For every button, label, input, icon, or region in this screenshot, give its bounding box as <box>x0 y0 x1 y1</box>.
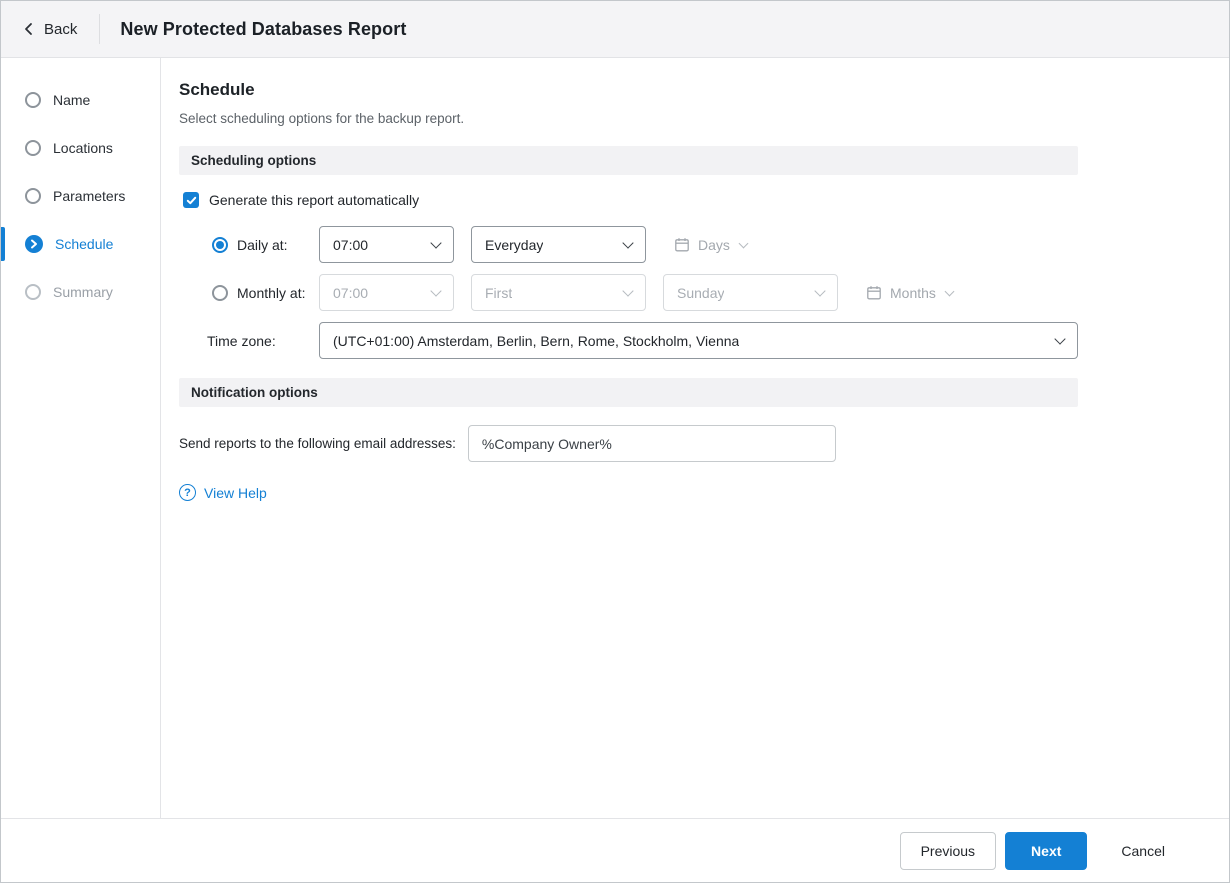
footer-bar: Previous Next Cancel <box>1 818 1229 882</box>
calendar-icon <box>867 285 881 299</box>
wizard-steps-sidebar: Name Locations Parameters Schedule Summa… <box>1 58 161 818</box>
chevron-down-icon <box>622 236 634 249</box>
monthly-months-selector[interactable]: Months <box>866 284 955 301</box>
notification-options-header: Notification options <box>179 378 1078 407</box>
previous-button[interactable]: Previous <box>899 831 997 870</box>
daily-period-label: Days <box>698 236 730 253</box>
next-button[interactable]: Next <box>1005 831 1088 870</box>
monthly-radio[interactable] <box>212 284 228 301</box>
monthly-weekday-value: Sunday <box>677 284 725 301</box>
timezone-row: Time zone: (UTC+01:00) Amsterdam, Berlin… <box>179 322 1078 359</box>
check-icon <box>186 196 196 204</box>
daily-radio[interactable] <box>212 236 228 253</box>
cancel-button[interactable]: Cancel <box>1117 832 1169 870</box>
sidebar-step-summary[interactable]: Summary <box>1 268 160 316</box>
daily-schedule-row: Daily at: 07:00 Everyday Days <box>179 226 1078 263</box>
chevron-down-icon <box>814 284 826 297</box>
daily-time-value: 07:00 <box>333 236 369 253</box>
daily-days-selector[interactable]: Days <box>674 236 749 253</box>
step-current-icon <box>25 235 43 253</box>
monthly-time-value: 07:00 <box>333 284 369 301</box>
monthly-label: Monthly at: <box>237 284 306 301</box>
daily-frequency-value: Everyday <box>485 236 544 253</box>
timezone-value: (UTC+01:00) Amsterdam, Berlin, Bern, Rom… <box>333 332 740 349</box>
view-help-label: View Help <box>204 484 267 501</box>
sidebar-step-name[interactable]: Name <box>1 76 160 124</box>
monthly-week-select[interactable]: First <box>471 274 646 311</box>
daily-time-select[interactable]: 07:00 <box>319 226 454 263</box>
page-title: Schedule <box>179 80 255 99</box>
step-label: Name <box>53 92 91 108</box>
email-input[interactable] <box>467 425 836 462</box>
chevron-down-icon <box>622 284 634 297</box>
step-pending-icon <box>25 284 41 300</box>
monthly-period-label: Months <box>890 284 936 301</box>
step-label: Parameters <box>53 188 126 204</box>
daily-frequency-select[interactable]: Everyday <box>471 226 646 263</box>
timezone-label: Time zone: <box>207 332 276 349</box>
daily-label: Daily at: <box>237 236 288 253</box>
auto-generate-label: Generate this report automatically <box>209 192 420 208</box>
chevron-left-icon <box>25 23 32 35</box>
back-button[interactable]: Back <box>19 15 87 44</box>
monthly-week-value: First <box>485 284 513 301</box>
back-label: Back <box>44 20 78 38</box>
topbar-divider <box>99 14 101 44</box>
step-pending-icon <box>25 92 41 108</box>
step-label: Locations <box>53 140 113 156</box>
email-row: Send reports to the following email addr… <box>179 425 1078 462</box>
main-content: Schedule Select scheduling options for t… <box>161 58 1229 818</box>
help-icon: ? <box>179 484 196 501</box>
sidebar-step-locations[interactable]: Locations <box>1 124 160 172</box>
section-header-label: Scheduling options <box>191 153 317 168</box>
monthly-schedule-row: Monthly at: 07:00 First Sunday Months <box>179 274 1078 311</box>
window-title: New Protected Databases Report <box>120 18 407 39</box>
calendar-icon <box>675 237 689 251</box>
top-bar: Back New Protected Databases Report <box>1 1 1229 58</box>
monthly-time-select[interactable]: 07:00 <box>319 274 454 311</box>
chevron-down-icon <box>944 286 955 296</box>
chevron-down-icon <box>430 236 442 249</box>
scheduling-options-header: Scheduling options <box>179 146 1078 175</box>
monthly-weekday-select[interactable]: Sunday <box>663 274 838 311</box>
sidebar-step-schedule[interactable]: Schedule <box>1 220 160 268</box>
step-pending-icon <box>25 188 41 204</box>
auto-generate-checkbox[interactable] <box>183 192 199 208</box>
chevron-down-icon <box>430 284 442 297</box>
wizard-window: Back New Protected Databases Report Name… <box>0 0 1230 883</box>
section-header-label: Notification options <box>191 385 318 400</box>
step-label: Summary <box>53 284 113 300</box>
chevron-down-icon <box>738 238 749 248</box>
view-help-link[interactable]: ? View Help <box>179 484 1078 501</box>
sidebar-step-parameters[interactable]: Parameters <box>1 172 160 220</box>
page-subtitle: Select scheduling options for the backup… <box>179 111 465 126</box>
step-label: Schedule <box>55 236 114 252</box>
email-label: Send reports to the following email addr… <box>179 436 456 451</box>
chevron-down-icon <box>1054 332 1066 345</box>
step-pending-icon <box>25 140 41 156</box>
timezone-select[interactable]: (UTC+01:00) Amsterdam, Berlin, Bern, Rom… <box>319 322 1078 359</box>
